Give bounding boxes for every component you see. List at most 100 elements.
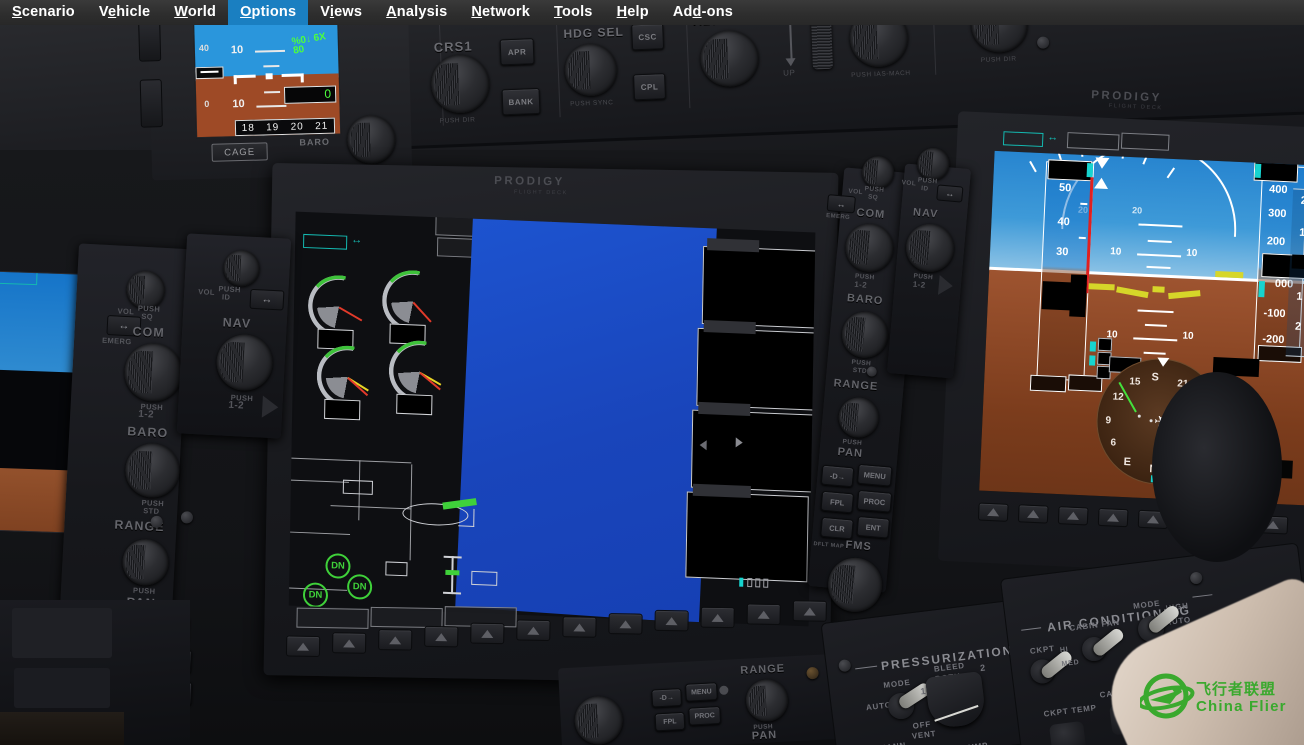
mfd-softkey-12[interactable]: [792, 600, 827, 622]
csc-button[interactable]: CSC: [631, 23, 665, 51]
right-std-label: STD: [852, 366, 868, 376]
mfd-softkey-2[interactable]: [331, 632, 367, 654]
mfd-pane-3[interactable]: [690, 409, 815, 493]
pfd-pitch-up-10-right: 10: [1185, 247, 1198, 260]
menu-item-scenario[interactable]: Scenario: [0, 0, 87, 25]
mfd-softkey-8[interactable]: [608, 613, 643, 635]
right-range-knob[interactable]: [837, 395, 881, 440]
menu-item-addons[interactable]: Add-ons: [661, 0, 745, 25]
menu-item-vehicle[interactable]: Vehicle: [87, 0, 162, 25]
gear-indicator-right: DN: [346, 573, 373, 600]
right-ent-button[interactable]: ENT: [856, 515, 891, 539]
mfd-screen[interactable]: ↔ DN DN DN: [288, 211, 816, 627]
mfd-softkey-10[interactable]: [700, 606, 735, 629]
left-range-knob[interactable]: [121, 538, 170, 587]
bank-button[interactable]: BANK: [501, 87, 541, 116]
watermark-china-flier: 飞行者联盟 China Flier: [1137, 672, 1300, 734]
compass-mark-15: 15: [1129, 376, 1141, 388]
right-fpl-button[interactable]: FPL: [820, 490, 855, 514]
ac-ckpt-temp-knob[interactable]: [1049, 720, 1087, 745]
right-direct-to-button[interactable]: -D→: [820, 464, 855, 488]
pfd-vsi-2-up: 2: [1300, 194, 1304, 208]
hdg-sel-knob[interactable]: [563, 42, 618, 97]
baro-d1: 18: [241, 122, 255, 134]
compass-mark-9: 9: [1105, 415, 1112, 427]
menu-item-views[interactable]: Views: [308, 0, 374, 25]
right-nav-knob[interactable]: [904, 221, 957, 275]
mfd-pane-4[interactable]: [685, 491, 809, 583]
standby-baro-knob[interactable]: [346, 115, 396, 165]
crs1-knob[interactable]: [430, 53, 491, 115]
pedestal-menu-button[interactable]: MENU: [684, 682, 718, 702]
mfd-softkey-6[interactable]: [516, 619, 551, 642]
pedestal-pan-label: PAN: [751, 729, 778, 743]
mfd-pane-1[interactable]: [701, 245, 816, 329]
watermark-text-en: China Flier: [1196, 698, 1287, 715]
mfd-pane-2[interactable]: [696, 327, 816, 411]
menu-item-analysis[interactable]: Analysis: [374, 0, 459, 25]
standby-aircraft-symbol: [233, 70, 304, 85]
pedestal-fms-knob[interactable]: [573, 695, 624, 745]
cage-button[interactable]: CAGE: [211, 142, 268, 162]
right-proc-button[interactable]: PROC: [856, 489, 893, 513]
pfd-softkey-3[interactable]: [1057, 506, 1089, 526]
apr-button[interactable]: APR: [499, 38, 535, 66]
pedestal-range-knob[interactable]: [744, 678, 790, 723]
mfd-softkey-9[interactable]: [654, 609, 689, 632]
standby-instrument-housing: 10 10 40 0 %0↓ 6X 80 0 18 19 20 21 CAGE …: [138, 0, 413, 181]
menu-item-tools[interactable]: Tools: [542, 0, 605, 25]
mfd-softkey-5[interactable]: [470, 622, 505, 645]
gear-indicator-left: DN: [302, 582, 329, 609]
ac-cabin-fan-switch[interactable]: [1090, 626, 1126, 658]
right-clr-button[interactable]: CLR: [820, 516, 854, 540]
pane3-left-arrow-icon[interactable]: [699, 439, 707, 451]
left-nav-swap-icon[interactable]: ↔: [249, 288, 285, 311]
menu-item-options[interactable]: Options: [228, 0, 309, 25]
pfd-softkey-4[interactable]: [1097, 507, 1129, 528]
left-nav-vol-label: VOL: [198, 287, 216, 297]
cockpit-screenshot: CRS1 PUSH DIR APR BANK HDG SEL PUSH SYNC…: [0, 0, 1304, 745]
standby-left-switch-upper[interactable]: [138, 19, 162, 62]
mfd-softkey-11[interactable]: [746, 603, 781, 626]
right-range-label: RANGE: [833, 377, 879, 394]
left-nav-knob[interactable]: [215, 333, 275, 393]
right-menu-button[interactable]: MENU: [856, 463, 893, 487]
mfd-softkey-3[interactable]: [378, 629, 413, 651]
menu-item-help[interactable]: Help: [605, 0, 661, 25]
pane3-right-arrow-icon[interactable]: [735, 437, 743, 448]
right-com-swap-icon[interactable]: ↔: [826, 194, 856, 214]
pfd-teal-arrows-icon: ↔: [1047, 131, 1059, 144]
right-baro-knob[interactable]: [840, 309, 890, 360]
standby-left-switch-lower[interactable]: [139, 79, 163, 128]
pedestal-proc-button[interactable]: PROC: [688, 705, 722, 726]
pfd-softkey-2[interactable]: [1017, 504, 1049, 524]
left-baro-knob[interactable]: [123, 442, 181, 499]
left-com-12-label: 1-2: [137, 408, 155, 421]
mfd-softkey-4[interactable]: [424, 625, 459, 648]
standby-altitude-readout: 0: [283, 85, 337, 104]
standby-attitude-indicator[interactable]: 10 10 40 0 %0↓ 6X 80 0 18 19 20 21: [192, 6, 342, 139]
right-com-knob[interactable]: [843, 221, 896, 274]
alt-sel-knob[interactable]: [699, 29, 760, 88]
pfd-softkey-1[interactable]: [977, 502, 1009, 522]
baro-d2: 19: [266, 121, 280, 133]
left-com-knob[interactable]: [123, 342, 184, 403]
left-sq-label: SQ: [141, 311, 154, 322]
menu-item-world[interactable]: World: [162, 0, 228, 25]
mfd-softkey-1[interactable]: [285, 635, 321, 658]
pedestal-fpl-button[interactable]: FPL: [654, 711, 686, 732]
cpl-button[interactable]: CPL: [633, 73, 667, 101]
mfd-softkey-7[interactable]: [562, 616, 597, 638]
menu-item-network[interactable]: Network: [459, 0, 542, 25]
right-pan-label: PAN: [837, 445, 864, 461]
standby-speed-top: 40: [198, 42, 210, 54]
pfd-speed-tick-50: 50: [1058, 181, 1072, 195]
left-nav-vol-knob[interactable]: [222, 249, 261, 288]
press-mode-label: MODE: [882, 677, 912, 691]
compass-mark-S: S: [1151, 371, 1160, 384]
standby-baro-ribbon[interactable]: 18 19 20 21: [234, 117, 336, 137]
pfd-alt-tick-m200: -200: [1262, 333, 1285, 347]
right-nav-swap-icon[interactable]: ↔: [936, 184, 964, 203]
pedestal-direct-to-button[interactable]: -D→: [651, 688, 683, 708]
crs2-push-dir-label: PUSH DIR: [980, 55, 1017, 64]
